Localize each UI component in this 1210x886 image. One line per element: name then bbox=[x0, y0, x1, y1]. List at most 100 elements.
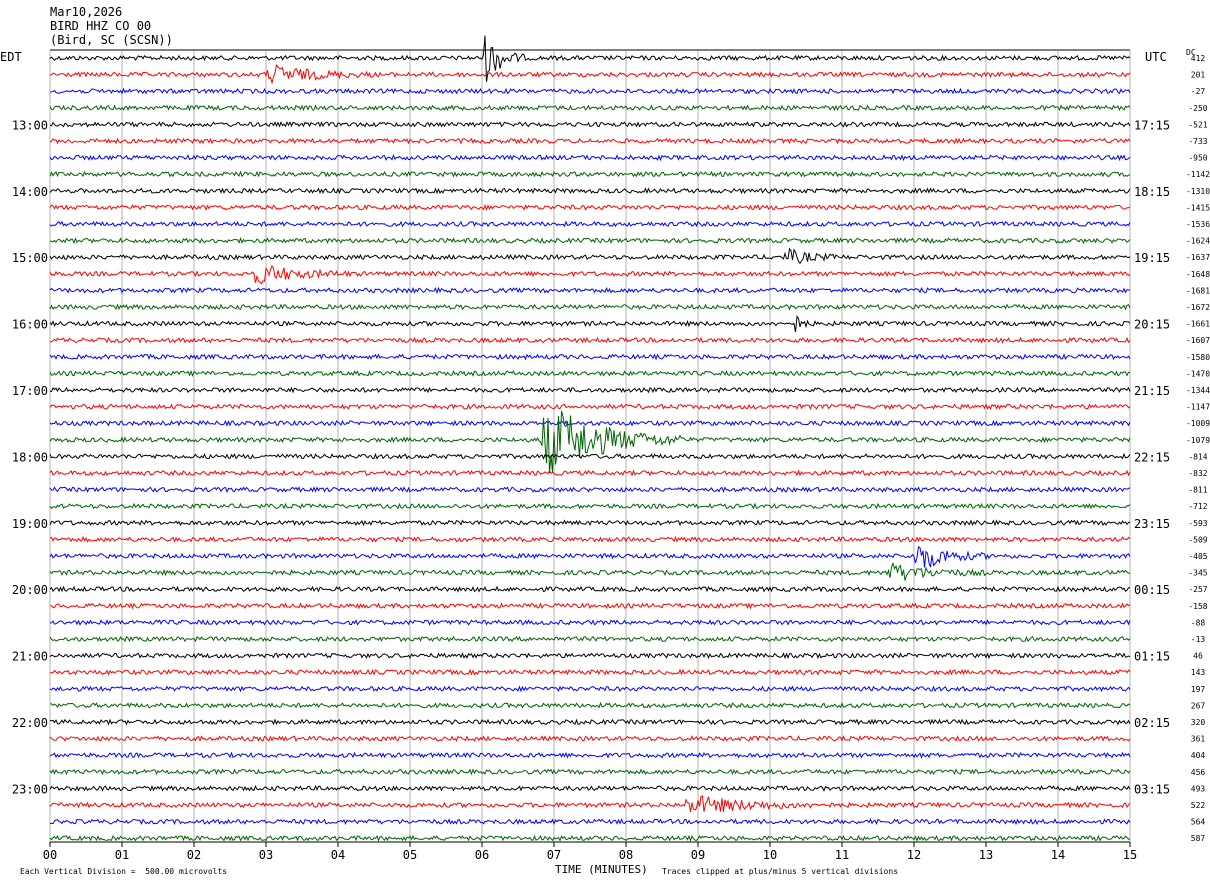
dc-offset-label: -832 bbox=[1188, 469, 1207, 478]
dc-offset-label: -811 bbox=[1188, 486, 1207, 495]
edt-time-label: 13:00 bbox=[12, 118, 48, 132]
dc-offset-label: 522 bbox=[1191, 801, 1206, 810]
edt-time-label: 17:00 bbox=[12, 384, 48, 398]
dc-offset-label: 456 bbox=[1191, 768, 1206, 777]
dc-offset-label: -521 bbox=[1188, 120, 1207, 129]
seismic-trace bbox=[49, 635, 1131, 643]
edt-time-label: 15:00 bbox=[12, 251, 48, 265]
seismic-trace bbox=[49, 203, 1131, 211]
seismic-trace bbox=[49, 303, 1131, 311]
seismic-trace bbox=[49, 87, 1131, 95]
dc-offset-label: -27 bbox=[1191, 87, 1206, 96]
seismic-trace bbox=[49, 502, 1131, 510]
dc-offset-label: -1607 bbox=[1186, 336, 1210, 345]
x-tick-label: 01 bbox=[115, 848, 129, 862]
dc-offset-label: -1079 bbox=[1186, 436, 1210, 445]
seismic-trace bbox=[49, 315, 1131, 333]
station-label: BIRD HHZ CO 00 bbox=[50, 19, 152, 33]
utc-time-label: 01:15 bbox=[1134, 650, 1170, 664]
dc-offset-label: 197 bbox=[1191, 685, 1206, 694]
x-tick-label: 03 bbox=[259, 848, 273, 862]
seismic-trace bbox=[49, 486, 1131, 494]
x-tick-label: 12 bbox=[907, 848, 921, 862]
x-tick-label: 06 bbox=[475, 848, 489, 862]
x-tick-label: 14 bbox=[1051, 848, 1065, 862]
edt-time-label: 19:00 bbox=[12, 517, 48, 531]
x-tick-label: 05 bbox=[403, 848, 417, 862]
seismic-trace bbox=[49, 795, 1131, 812]
dc-offset-label: -1681 bbox=[1186, 286, 1210, 295]
seismic-trace bbox=[49, 419, 1131, 427]
x-axis-title: TIME (MINUTES) bbox=[555, 863, 648, 876]
dc-offset-label: -1661 bbox=[1186, 320, 1210, 329]
seismic-trace bbox=[49, 561, 1131, 581]
x-tick-label: 15 bbox=[1123, 848, 1137, 862]
dc-offset-label: 320 bbox=[1191, 718, 1206, 727]
seismic-trace bbox=[49, 410, 1131, 473]
seismic-trace bbox=[49, 535, 1131, 543]
dc-offset-label: 201 bbox=[1191, 71, 1206, 80]
location-label: (Bird, SC (SCSN)) bbox=[50, 33, 173, 47]
seismic-trace bbox=[49, 718, 1131, 726]
x-tick-label: 00 bbox=[43, 848, 57, 862]
utc-time-label: 20:15 bbox=[1134, 318, 1170, 332]
seismic-trace bbox=[49, 187, 1131, 195]
dc-offset-label: -88 bbox=[1191, 618, 1206, 627]
dc-offset-label: -1580 bbox=[1186, 353, 1210, 362]
dc-offset-label: -1470 bbox=[1186, 369, 1210, 378]
dc-offset-label: 587 bbox=[1191, 834, 1206, 843]
dc-offset-label: -257 bbox=[1188, 585, 1207, 594]
utc-time-label: 23:15 bbox=[1134, 517, 1170, 531]
dc-offset-label: 143 bbox=[1191, 668, 1206, 677]
dc-offset-label: -509 bbox=[1188, 535, 1207, 544]
edt-time-label: 20:00 bbox=[12, 583, 48, 597]
dc-offset-label: -814 bbox=[1188, 452, 1207, 461]
seismic-trace bbox=[49, 264, 1131, 285]
edt-time-label: 18:00 bbox=[12, 450, 48, 464]
utc-time-label: 19:15 bbox=[1134, 251, 1170, 265]
x-tick-label: 13 bbox=[979, 848, 993, 862]
dc-offset-label: -1624 bbox=[1186, 237, 1210, 246]
seismic-trace bbox=[49, 386, 1131, 394]
seismic-trace bbox=[49, 768, 1131, 776]
seismic-trace bbox=[49, 64, 1131, 85]
dc-offset-label: -1142 bbox=[1186, 170, 1210, 179]
seismic-trace bbox=[50, 701, 1131, 709]
seismic-trace bbox=[49, 652, 1131, 660]
dc-offset-label: -405 bbox=[1188, 552, 1207, 561]
seismic-trace bbox=[49, 153, 1131, 162]
left-timezone-label: EDT bbox=[0, 50, 22, 64]
x-tick-label: 11 bbox=[835, 848, 849, 862]
seismic-trace bbox=[49, 469, 1131, 477]
dc-offset-label: 267 bbox=[1191, 701, 1206, 710]
x-tick-label: 08 bbox=[619, 848, 633, 862]
chart-grid bbox=[49, 49, 1131, 847]
seismic-trace bbox=[49, 220, 1131, 228]
trace-group bbox=[49, 35, 1131, 842]
scale-footnote: Each Vertical Division = 500.00 microvol… bbox=[20, 867, 228, 876]
dc-offset-label: 46 bbox=[1193, 652, 1203, 661]
seismic-trace bbox=[49, 685, 1131, 693]
edt-time-label: 14:00 bbox=[12, 185, 48, 199]
utc-time-label: 02:15 bbox=[1134, 716, 1170, 730]
utc-time-label: 03:15 bbox=[1134, 782, 1170, 796]
dc-offset-label: -733 bbox=[1188, 137, 1207, 146]
dc-offset-label: 404 bbox=[1191, 751, 1206, 760]
utc-time-label: 17:15 bbox=[1134, 118, 1170, 132]
dc-offset-label: 564 bbox=[1191, 818, 1206, 827]
seismic-trace bbox=[49, 818, 1131, 826]
seismic-trace bbox=[49, 519, 1131, 527]
seismic-trace bbox=[49, 137, 1131, 145]
seismic-trace bbox=[49, 619, 1131, 626]
seismic-trace bbox=[49, 170, 1131, 178]
seismic-trace bbox=[49, 546, 1131, 568]
edt-time-label: 21:00 bbox=[12, 650, 48, 664]
dc-offset-label: -250 bbox=[1188, 104, 1207, 113]
seismic-trace bbox=[49, 353, 1131, 361]
dc-offset-label: -1344 bbox=[1186, 386, 1210, 395]
seismic-trace bbox=[49, 452, 1131, 460]
seismic-trace bbox=[49, 403, 1131, 410]
dc-offset-label: -345 bbox=[1188, 569, 1207, 578]
dc-offset-label: -1637 bbox=[1186, 253, 1210, 262]
x-tick-label: 07 bbox=[547, 848, 561, 862]
